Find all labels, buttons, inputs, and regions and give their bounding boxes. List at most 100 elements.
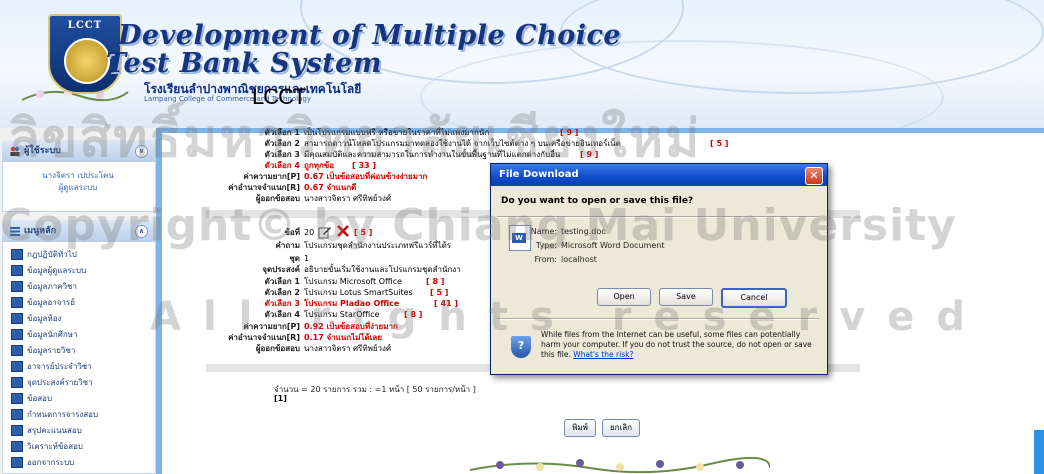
user-panel: นางจิตรา เปประโคน ผู้ดูแลระบบ — [2, 162, 156, 212]
option-count: [ 5 ] — [430, 288, 449, 297]
difficulty-label: ค่าความยาก[P] — [243, 322, 300, 331]
page-link[interactable]: [1] — [274, 394, 287, 403]
file-type-label: Type: — [535, 241, 557, 250]
menu-item-label: ข้อมูลผู้ดูแลระบบ — [27, 266, 87, 275]
cancel-button[interactable]: ยกเลิก — [602, 419, 640, 437]
objective-text: อธิบายขั้นเริ่มใช้งานและโปรแกรมชุดสำนักง… — [304, 265, 461, 274]
print-button[interactable]: พิมพ์ — [564, 419, 596, 437]
save-button[interactable]: Save — [659, 288, 713, 306]
menu-item-rules[interactable]: กฎปฏิบัติทั่วไป — [11, 248, 77, 262]
main-menu: กฎปฏิบัติทั่วไป ข้อมูลผู้ดูแลระบบ ข้อมูล… — [2, 242, 156, 474]
question-label: คำถาม — [275, 241, 300, 250]
option-text: โปรแกรม Lotus SmartSuites — [304, 288, 413, 297]
option-text: โปรแกรม Pladao Office — [304, 299, 400, 308]
option-text: มีคุณสมบัติและความสามารถในการทำงานในขั้น… — [304, 150, 561, 159]
menu-item-label: สรุปคะแนนสอบ — [27, 426, 82, 435]
dialog-divider — [497, 216, 819, 218]
site-title-line1: Development of Multiple Choice — [118, 20, 622, 51]
menu-item-objectives[interactable]: จุดประสงค์รายวิชา — [11, 376, 93, 390]
option-count: [ 9 ] — [560, 128, 579, 137]
open-button[interactable]: Open — [597, 288, 651, 306]
author-value: นางสาวจิตรา ศรีทิพย์วงศ์ — [304, 194, 392, 203]
menu-item-icon — [11, 457, 23, 468]
menu-item-students[interactable]: ข้อมูลนักศึกษา — [11, 328, 77, 342]
menu-item-icon — [11, 313, 23, 324]
menu-item-exam-schedule[interactable]: กำหนดการจารงสอบ — [11, 408, 98, 422]
menu-item-subjects[interactable]: ข้อมูลรายวิชา — [11, 344, 75, 358]
user-name: นางจิตรา เปประโคน — [42, 171, 114, 180]
menu-item-icon — [11, 361, 23, 372]
menu-item-subject-teachers[interactable]: อาจารย์ประจำวิชา — [11, 360, 92, 374]
site-title-line2: Test Bank System — [106, 48, 382, 79]
menu-item-icon — [11, 393, 23, 404]
edit-icon[interactable] — [318, 225, 332, 239]
menu-item-icon — [11, 425, 23, 436]
author-value: นางสาวจิตรา ศรีทิพย์วงศ์ — [304, 344, 392, 353]
discrimination-value: 0.67 จำแนกดี — [304, 183, 357, 192]
dialog-divider — [497, 318, 819, 320]
author-label: ผู้ออกข้อสอบ — [255, 344, 300, 353]
risk-link[interactable]: What's the risk? — [573, 350, 633, 359]
dialog-question: Do you want to open or save this file? — [501, 196, 694, 206]
option-text: เป็นโปรแกรมแบบฟรี หรือขายในราคาที่ไม่แพง… — [304, 128, 490, 137]
flower-decoration — [470, 456, 770, 474]
option-label: ตัวเลือก 4 — [264, 310, 300, 319]
number-label: ข้อที่ — [284, 228, 300, 237]
menu-item-label: กฎปฏิบัติทั่วไป — [27, 250, 77, 259]
logo-seal-icon — [64, 38, 110, 84]
dialog-title-bar[interactable]: File Download ✕ — [491, 164, 827, 186]
menu-item-label: จุดประสงค์รายวิชา — [27, 378, 93, 387]
option-count: [ 5 ] — [710, 139, 729, 148]
close-icon[interactable]: ✕ — [805, 167, 823, 185]
user-panel-header[interactable]: ผู้ใช้ระบบ ∨ — [2, 140, 156, 162]
set-value: 1 — [304, 254, 310, 263]
menu-item-label: ข้อมูลอาจารย์ — [27, 298, 75, 307]
logo-text: LCCT — [67, 20, 103, 31]
option-count: [ 9 ] — [580, 150, 599, 159]
menu-item-exams[interactable]: ข้อสอบ — [11, 392, 52, 406]
menu-item-icon — [11, 265, 23, 276]
dialog-title: File Download — [499, 169, 579, 180]
menu-item-admins[interactable]: ข้อมูลผู้ดูแลระบบ — [11, 264, 86, 278]
menu-item-label: ข้อสอบ — [27, 394, 53, 403]
option-count: [ 41 ] — [434, 299, 459, 308]
main-menu-header[interactable]: เมนูหลัก ∧ — [2, 220, 156, 242]
menu-item-departments[interactable]: ข้อมูลภาควิชา — [11, 280, 77, 294]
collapse-icon[interactable]: ∧ — [135, 225, 148, 238]
collapse-icon[interactable]: ∨ — [135, 145, 148, 158]
set-label: ชุด — [289, 254, 300, 263]
menu-item-label: ข้อมูลภาควิชา — [27, 282, 77, 291]
dialog-cancel-button[interactable]: Cancel — [721, 288, 787, 308]
objective-label: จุดประสงค์ — [262, 265, 300, 274]
author-label: ผู้ออกข้อสอบ — [255, 194, 300, 203]
option-label: ตัวเลือก 2 — [264, 139, 300, 148]
file-from-label: From: — [534, 255, 557, 264]
college-abbreviation: LCCT — [252, 84, 306, 109]
option-label: ตัวเลือก 1 — [264, 128, 300, 137]
menu-item-rooms[interactable]: ข้อมูลห้อง — [11, 312, 61, 326]
option-label: ตัวเลือก 4 — [264, 161, 300, 170]
discrimination-label: ค่าอำนาจจำแนก[R] — [228, 333, 300, 342]
option-label: ตัวเลือก 3 — [264, 150, 300, 159]
delete-icon[interactable] — [336, 224, 350, 238]
menu-item-label: ข้อมูลห้อง — [27, 314, 62, 323]
menu-icon — [10, 227, 20, 236]
menu-item-logout[interactable]: ออกจากระบบ — [11, 456, 74, 470]
main-menu-title: เมนูหลัก — [24, 226, 57, 236]
option-label: ตัวเลือก 1 — [264, 277, 300, 286]
menu-item-score-summary[interactable]: สรุปคะแนนสอบ — [11, 424, 82, 438]
pagination-info: จำนวน = 20 รายการ รวม : =1 หน้า [ 50 ราย… — [274, 385, 476, 394]
file-name-label: Name: — [530, 227, 557, 236]
user-panel-title: ผู้ใช้ระบบ — [24, 146, 61, 156]
discrimination-label: ค่าอำนาจจำแนก[R] — [228, 183, 300, 192]
option-text: โปรแกรม StarOffice — [304, 310, 380, 319]
menu-item-label: ข้อมูลนักศึกษา — [27, 330, 78, 339]
menu-item-label: ข้อมูลรายวิชา — [27, 346, 76, 355]
user-role: ผู้ดูแลระบบ — [58, 183, 98, 192]
left-border — [156, 128, 162, 474]
menu-item-exam-analysis[interactable]: วิเคราะห์ข้อสอบ — [11, 440, 83, 454]
delete-count: [ 5 ] — [354, 228, 373, 237]
option-text: สามารถดาวน์โหลดโปรแกรมมาทดลองใช้งานได้ จ… — [304, 139, 621, 148]
option-count: [ 8 ] — [404, 310, 423, 319]
menu-item-teachers[interactable]: ข้อมูลอาจารย์ — [11, 296, 75, 310]
